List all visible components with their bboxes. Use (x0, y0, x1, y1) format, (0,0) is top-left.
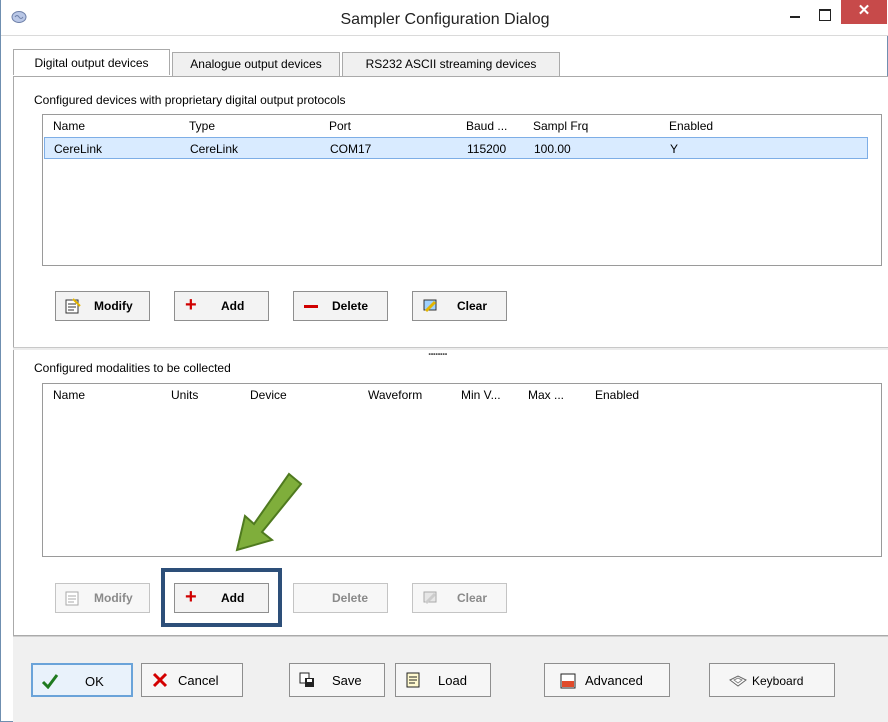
devices-col-type[interactable]: Type (189, 119, 215, 133)
modalities-col-name[interactable]: Name (53, 388, 85, 402)
minimize-button[interactable] (781, 4, 809, 26)
cell-sampl-frq: 100.00 (534, 142, 571, 156)
sampler-config-window: Sampler Configuration Dialog ✕ Digital o… (0, 0, 888, 722)
tab-analogue-output-devices[interactable]: Analogue output devices (172, 52, 340, 76)
devices-clear-button[interactable]: Clear (412, 291, 507, 321)
modalities-list[interactable]: Name Units Device Waveform Min V... Max … (42, 383, 882, 557)
devices-col-baud[interactable]: Baud ... (466, 119, 507, 133)
devices-col-enabled[interactable]: Enabled (669, 119, 713, 133)
close-button[interactable]: ✕ (841, 0, 887, 24)
save-button[interactable]: Save (289, 663, 385, 697)
clear-icon (423, 591, 437, 605)
modalities-col-waveform[interactable]: Waveform (368, 388, 422, 402)
devices-section-label: Configured devices with proprietary digi… (34, 93, 346, 107)
devices-col-port[interactable]: Port (329, 119, 351, 133)
load-button[interactable]: Load (395, 663, 491, 697)
load-icon (406, 672, 420, 688)
minus-icon (304, 305, 318, 308)
modalities-modify-button[interactable]: Modify (55, 583, 150, 613)
devices-col-sampl-frq[interactable]: Sampl Frq (533, 119, 588, 133)
modify-icon (65, 298, 81, 314)
check-icon (41, 674, 59, 689)
devices-list-header: Name Type Port Baud ... Sampl Frq Enable… (43, 115, 881, 137)
tab-rs232-ascii-streaming-devices[interactable]: RS232 ASCII streaming devices (342, 52, 560, 76)
highlight-callout (161, 568, 282, 627)
tab-digital-output-devices[interactable]: Digital output devices (13, 49, 170, 75)
devices-delete-button[interactable]: Delete (293, 291, 388, 321)
devices-list[interactable]: Name Type Port Baud ... Sampl Frq Enable… (42, 114, 882, 266)
modalities-delete-button[interactable]: Delete (293, 583, 388, 613)
modalities-col-min-v[interactable]: Min V... (461, 388, 501, 402)
ok-button[interactable]: OK (31, 663, 133, 697)
x-icon (152, 672, 168, 688)
modalities-clear-button[interactable]: Clear (412, 583, 507, 613)
keyboard-icon (729, 675, 747, 687)
advanced-icon (560, 673, 576, 689)
modalities-col-max[interactable]: Max ... (528, 388, 564, 402)
pointer-arrow-icon (235, 472, 303, 552)
maximize-button[interactable] (811, 4, 839, 26)
window-title: Sampler Configuration Dialog (340, 11, 550, 28)
table-row[interactable]: CereLink CereLink COM17 115200 100.00 Y (44, 137, 868, 159)
modify-icon (65, 591, 79, 606)
cell-type: CereLink (190, 142, 239, 156)
splitter-grip[interactable]: ........ (428, 344, 448, 358)
save-icon (299, 672, 314, 687)
cell-port: COM17 (330, 142, 372, 156)
modalities-list-header: Name Units Device Waveform Min V... Max … (43, 384, 881, 406)
title-bar: Sampler Configuration Dialog ✕ (1, 0, 888, 36)
devices-add-button[interactable]: + Add (174, 291, 269, 321)
clear-icon (423, 299, 437, 313)
cell-enabled: Y (670, 142, 679, 156)
modalities-col-device[interactable]: Device (250, 388, 287, 402)
modalities-col-enabled[interactable]: Enabled (595, 388, 639, 402)
devices-col-name[interactable]: Name (53, 119, 85, 133)
tab-panel: Configured devices with proprietary digi… (13, 76, 888, 636)
cell-baud: 115200 (467, 142, 507, 156)
splitter[interactable] (13, 347, 888, 350)
footer-bar: OK Cancel Save Load Advanced Keyboard (13, 636, 888, 722)
cancel-button[interactable]: Cancel (141, 663, 243, 697)
cell-name: CereLink (54, 142, 103, 156)
advanced-button[interactable]: Advanced (544, 663, 670, 697)
modalities-col-units[interactable]: Units (171, 388, 198, 402)
plus-icon: + (185, 294, 197, 316)
modalities-section-label: Configured modalities to be collected (34, 361, 231, 375)
devices-modify-button[interactable]: Modify (55, 291, 150, 321)
keyboard-button[interactable]: Keyboard (709, 663, 835, 697)
